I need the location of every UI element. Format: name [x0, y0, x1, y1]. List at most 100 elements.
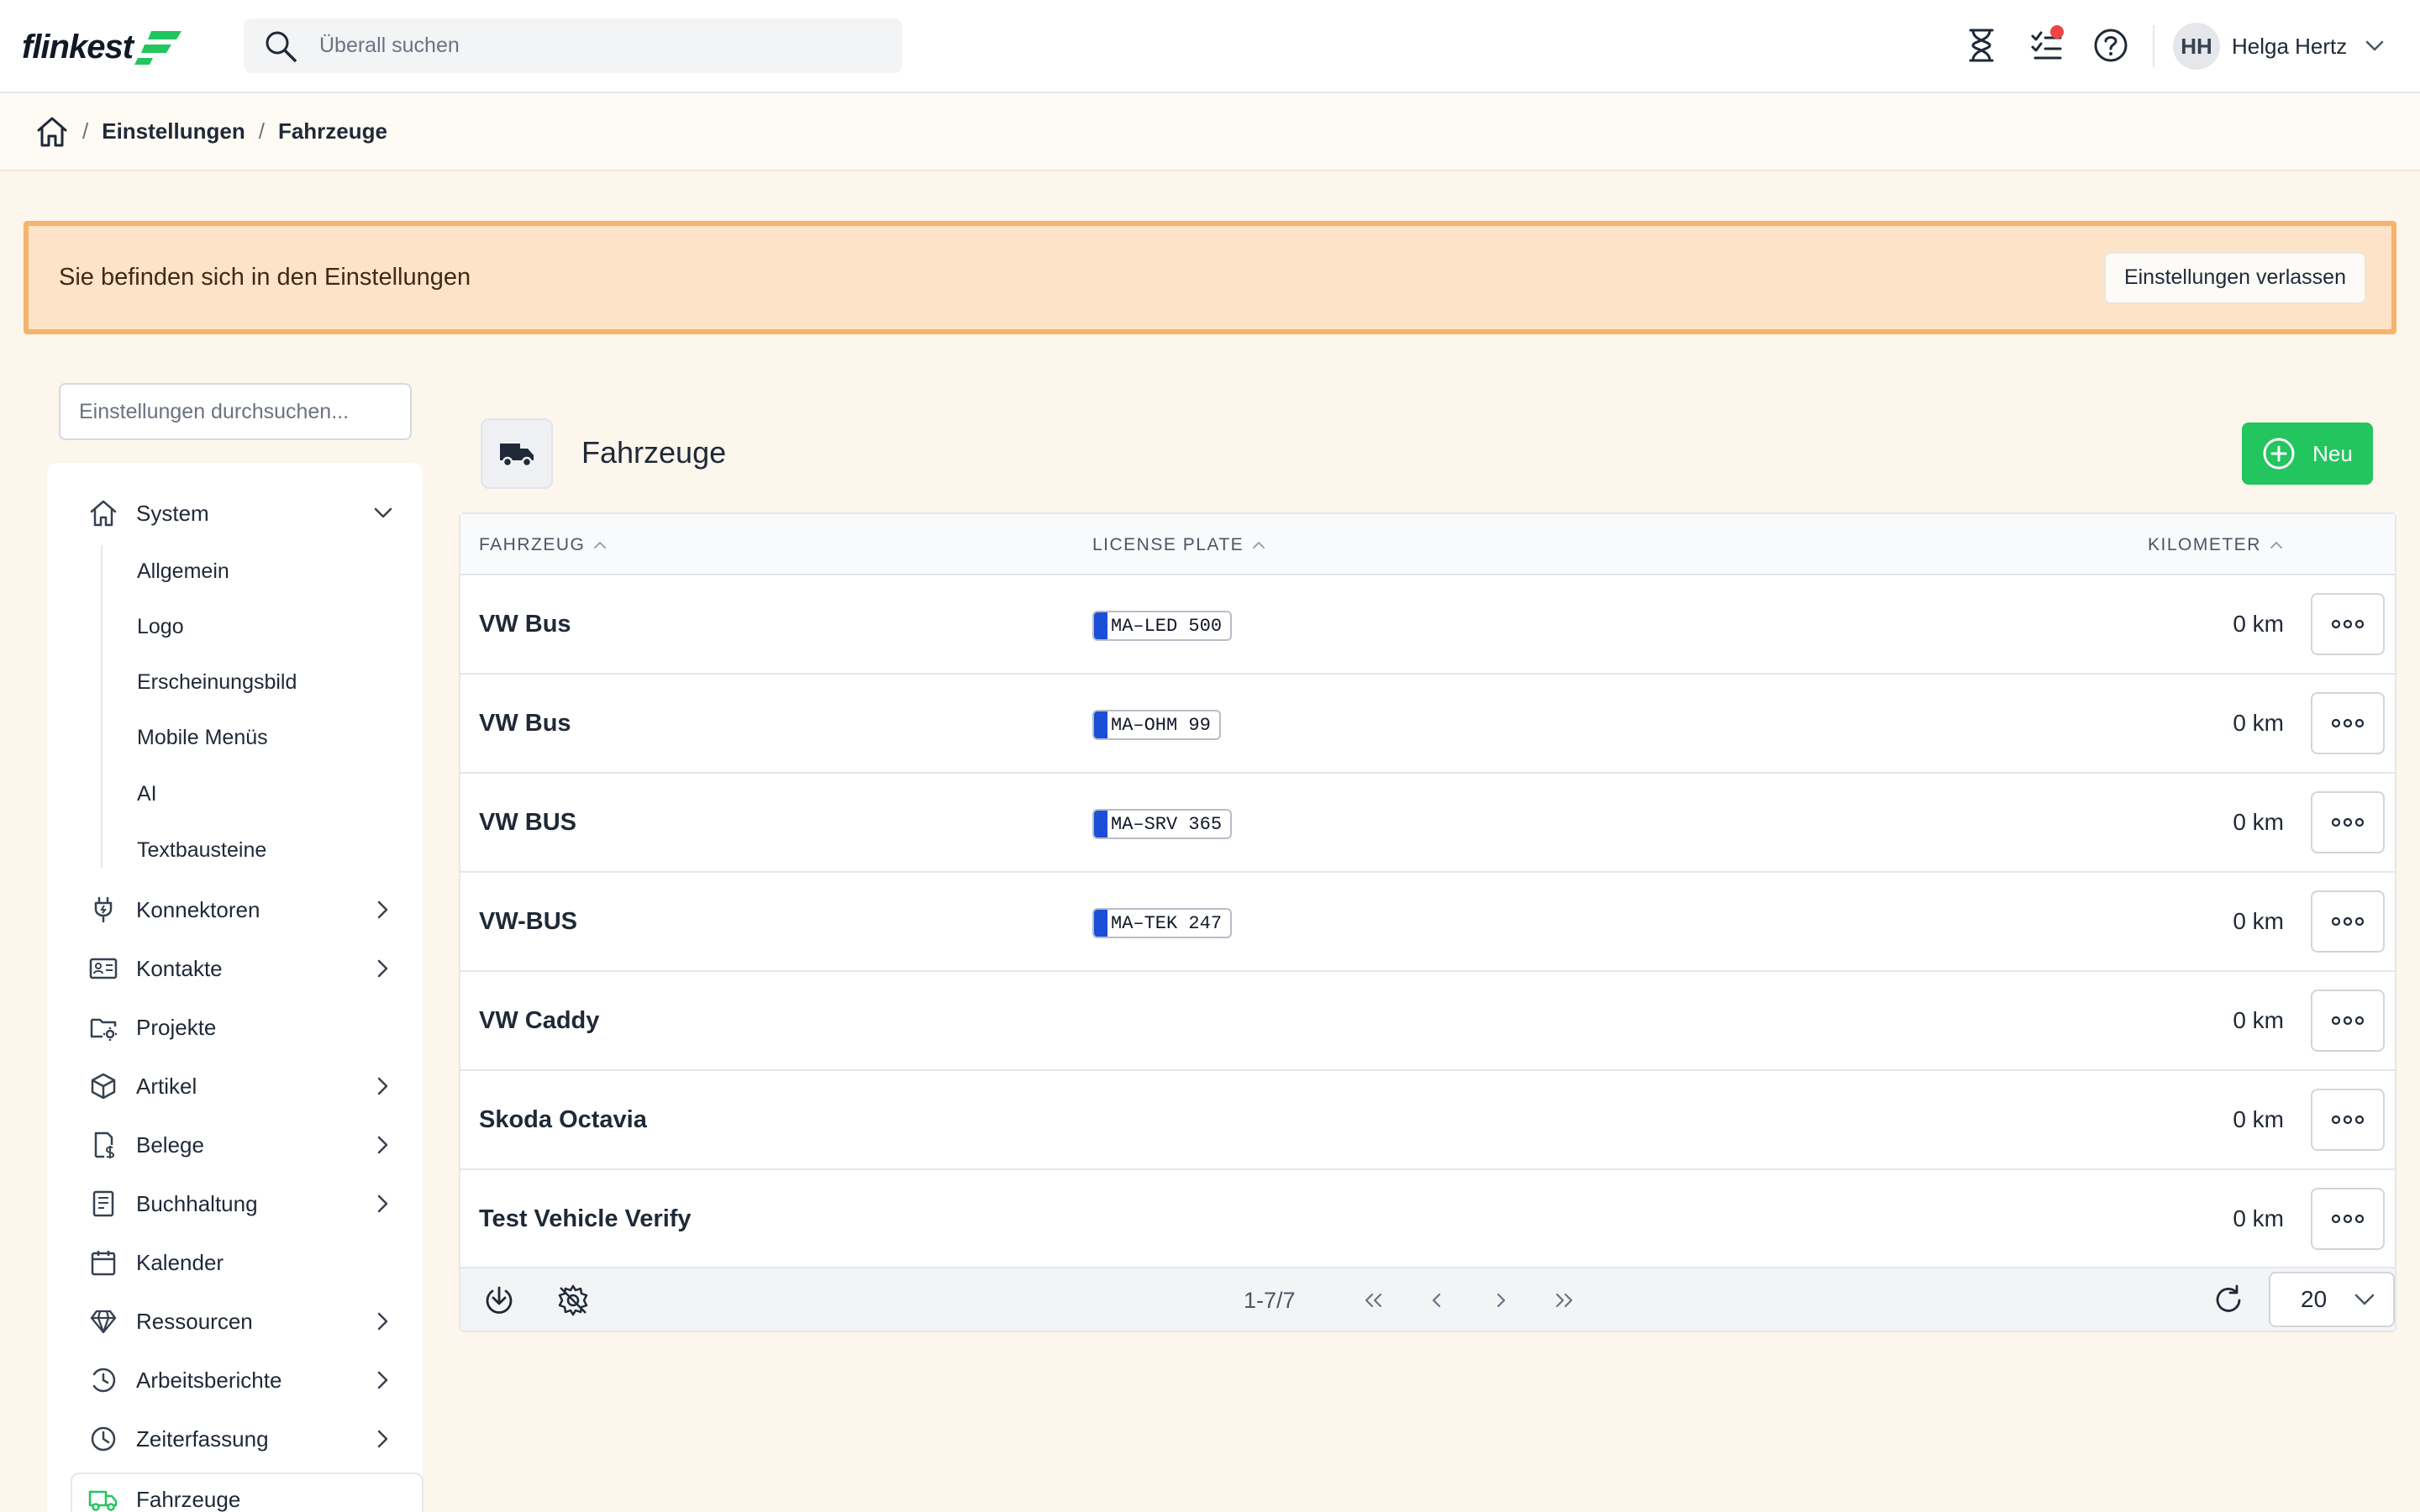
- sort-asc-icon: [1253, 541, 1265, 549]
- row-actions-button[interactable]: [2311, 791, 2385, 853]
- refresh-icon: [2216, 1284, 2241, 1312]
- license-plate: MA–SRV 365: [1092, 809, 1233, 839]
- row-actions-button[interactable]: [2311, 1188, 2385, 1250]
- sidebar-item-label: Projekte: [136, 1014, 217, 1040]
- chevron-right-icon: [368, 1430, 398, 1448]
- global-search-input[interactable]: [319, 34, 857, 58]
- sidebar-item-label: Fahrzeuge: [136, 1486, 241, 1512]
- table-row[interactable]: VW Bus MA–LED 500 0 km: [460, 575, 2395, 675]
- prev-page-button[interactable]: [1420, 1284, 1454, 1317]
- settings-search[interactable]: [59, 383, 412, 440]
- license-plate: MA–OHM 99: [1092, 710, 1221, 740]
- table-header: FAHRZEUG LICENSE PLATE KILOMETER: [460, 514, 2395, 575]
- sidebar-item-label: System: [136, 500, 209, 526]
- sidebar-item-buchhaltung[interactable]: Buchhaltung: [87, 1180, 407, 1227]
- sidebar-item-system[interactable]: System: [87, 490, 407, 537]
- table-row[interactable]: Skoda Octavia 0 km: [460, 1071, 2395, 1170]
- sidebar-item-kontakte[interactable]: Kontakte: [87, 945, 407, 992]
- plus-circle-icon: [2263, 438, 2295, 470]
- sidebar-item-label: Kontakte: [136, 955, 223, 981]
- first-page-button[interactable]: [1356, 1284, 1390, 1317]
- column-header-license-plate[interactable]: LICENSE PLATE: [1092, 514, 1265, 575]
- chevron-down-icon: [2354, 1294, 2375, 1305]
- page-size-select[interactable]: 20: [2269, 1272, 2395, 1327]
- sidebar-subitem-mobile-menues[interactable]: Mobile Menüs: [137, 717, 268, 759]
- vehicle-name: VW BUS: [479, 808, 576, 836]
- next-page-button[interactable]: [1484, 1284, 1518, 1317]
- chevron-right-icon: [368, 1371, 398, 1389]
- sidebar-subitem-textbausteine[interactable]: Textbausteine: [137, 829, 266, 871]
- sidebar-item-arbeitsberichte[interactable]: Arbeitsberichte: [87, 1357, 407, 1404]
- logo-text: flinkest: [22, 28, 134, 66]
- plate-eu-band: [1094, 711, 1107, 738]
- column-header-kilometer[interactable]: KILOMETER: [2148, 514, 2283, 575]
- sidebar-item-zeiterfassung[interactable]: Zeiterfassung: [87, 1415, 407, 1462]
- breadcrumb-settings-link[interactable]: Einstellungen: [102, 118, 245, 144]
- license-plate: MA–TEK 247: [1092, 908, 1233, 938]
- leave-settings-button[interactable]: Einstellungen verlassen: [2103, 251, 2366, 304]
- settings-gear-icon: [558, 1284, 588, 1316]
- plate-eu-band: [1094, 612, 1107, 639]
- home-icon[interactable]: [35, 115, 69, 149]
- more-horizontal-icon: [2331, 817, 2365, 827]
- chevrons-right-icon: [1555, 1293, 1573, 1308]
- column-header-label: LICENSE PLATE: [1092, 534, 1244, 554]
- topbar-divider: [2153, 25, 2154, 67]
- last-page-button[interactable]: [1548, 1284, 1581, 1317]
- refresh-button[interactable]: [2208, 1280, 2249, 1320]
- sidebar-item-kalender[interactable]: Kalender: [87, 1239, 407, 1286]
- row-actions-button[interactable]: [2311, 593, 2385, 655]
- help-button[interactable]: [2091, 25, 2131, 66]
- settings-sidebar: System Allgemein Logo Erscheinungsbild M…: [47, 463, 424, 1512]
- column-header-label: FAHRZEUG: [479, 534, 586, 554]
- row-actions-button[interactable]: [2311, 890, 2385, 953]
- app-logo[interactable]: flinkest: [22, 25, 183, 69]
- settings-search-input[interactable]: [79, 399, 392, 424]
- plate-number: MA–OHM 99: [1111, 714, 1211, 736]
- global-search[interactable]: [244, 18, 902, 73]
- kilometer-value: 0 km: [2233, 611, 2284, 637]
- row-actions-button[interactable]: [2311, 692, 2385, 754]
- sidebar-item-label: Artikel: [136, 1073, 197, 1099]
- sidebar-item-konnektoren[interactable]: Konnektoren: [87, 886, 407, 933]
- user-menu[interactable]: HH Helga Hertz: [2173, 22, 2384, 71]
- sidebar-item-label: Konnektoren: [136, 896, 260, 922]
- sidebar-subitem-erscheinungsbild[interactable]: Erscheinungsbild: [137, 661, 297, 703]
- hourglass-button[interactable]: [1961, 25, 2002, 66]
- more-horizontal-icon: [2331, 1016, 2365, 1026]
- sidebar-item-belege[interactable]: Belege: [87, 1121, 407, 1168]
- logo-mark-icon: [134, 31, 182, 65]
- table-row[interactable]: VW Bus MA–OHM 99 0 km: [460, 675, 2395, 774]
- more-horizontal-icon: [2331, 1214, 2365, 1224]
- row-actions-button[interactable]: [2311, 1089, 2385, 1151]
- sidebar-item-fahrzeuge[interactable]: Fahrzeuge: [87, 1476, 407, 1512]
- table-settings-button[interactable]: [553, 1280, 593, 1320]
- sidebar-subitem-ai[interactable]: AI: [137, 773, 157, 815]
- sidebar-subitem-logo[interactable]: Logo: [137, 606, 184, 648]
- plate-number: MA–LED 500: [1111, 615, 1223, 637]
- notification-dot: [2050, 25, 2064, 39]
- settings-banner-text: Sie befinden sich in den Einstellungen: [59, 264, 471, 291]
- sidebar-item-label: Ressourcen: [136, 1308, 253, 1334]
- chevron-right-icon: [368, 1194, 398, 1213]
- pagination-range: 1-7/7: [1244, 1287, 1296, 1313]
- vehicle-name: VW Bus: [479, 709, 571, 737]
- sidebar-subitem-allgemein[interactable]: Allgemein: [137, 550, 229, 592]
- sidebar-item-projekte[interactable]: Projekte: [87, 1004, 407, 1051]
- table-row[interactable]: Test Vehicle Verify 0 km: [460, 1170, 2395, 1269]
- table-row[interactable]: VW BUS MA–SRV 365 0 km: [460, 774, 2395, 873]
- tasks-button[interactable]: [2027, 25, 2067, 66]
- export-button[interactable]: [479, 1280, 519, 1320]
- sidebar-item-ressourcen[interactable]: Ressourcen: [87, 1298, 407, 1345]
- new-vehicle-button[interactable]: Neu: [2242, 423, 2373, 485]
- contact-card-icon: [87, 953, 119, 984]
- column-header-fahrzeug[interactable]: FAHRZEUG: [479, 514, 607, 575]
- table-row[interactable]: VW Caddy 0 km: [460, 972, 2395, 1071]
- chevron-down-icon: [2366, 40, 2384, 51]
- row-actions-button[interactable]: [2311, 990, 2385, 1052]
- table-row[interactable]: VW-BUS MA–TEK 247 0 km: [460, 873, 2395, 972]
- download-icon: [486, 1286, 513, 1314]
- sidebar-item-artikel[interactable]: Artikel: [87, 1063, 407, 1110]
- chevron-right-icon: [368, 1136, 398, 1154]
- chevrons-left-icon: [1365, 1293, 1382, 1308]
